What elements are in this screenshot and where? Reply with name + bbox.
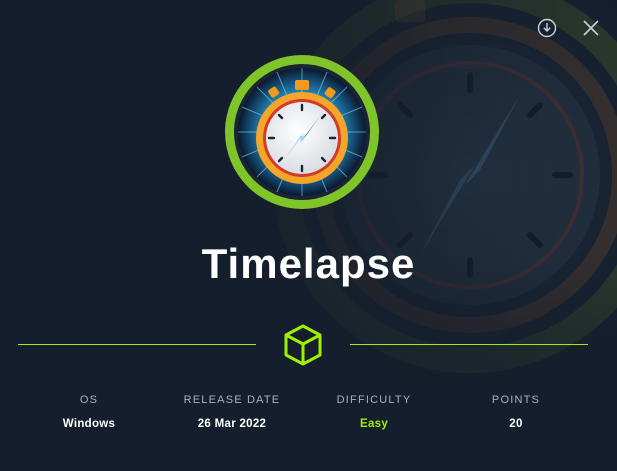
stat-difficulty: DIFFICULTY Easy — [299, 394, 449, 430]
stat-release-date: RELEASE DATE 26 Mar 2022 — [157, 394, 307, 430]
stat-label: DIFFICULTY — [336, 394, 412, 406]
stat-points: POINTS 20 — [441, 394, 591, 430]
close-icon — [583, 20, 599, 36]
divider-left — [18, 344, 256, 345]
stat-value: 26 Mar 2022 — [197, 418, 267, 430]
stat-os: OS Windows — [14, 394, 164, 430]
card-actions — [536, 17, 602, 39]
cube-icon — [284, 324, 322, 366]
close-button[interactable] — [580, 17, 602, 39]
stat-label: POINTS — [491, 394, 541, 406]
stat-label: OS — [79, 394, 99, 406]
stopwatch-avatar — [225, 55, 379, 209]
download-button[interactable] — [536, 17, 558, 39]
stat-label: RELEASE DATE — [183, 394, 281, 406]
divider-right — [350, 344, 588, 345]
machine-card: Timelapse OS Windows RELEASE DATE 26 Mar… — [0, 0, 617, 471]
difficulty-badge: Easy — [359, 418, 389, 430]
stat-value: 20 — [509, 418, 523, 430]
machine-name: Timelapse — [201, 240, 416, 287]
download-circle-icon — [537, 18, 557, 38]
stat-value: Windows — [62, 418, 116, 430]
